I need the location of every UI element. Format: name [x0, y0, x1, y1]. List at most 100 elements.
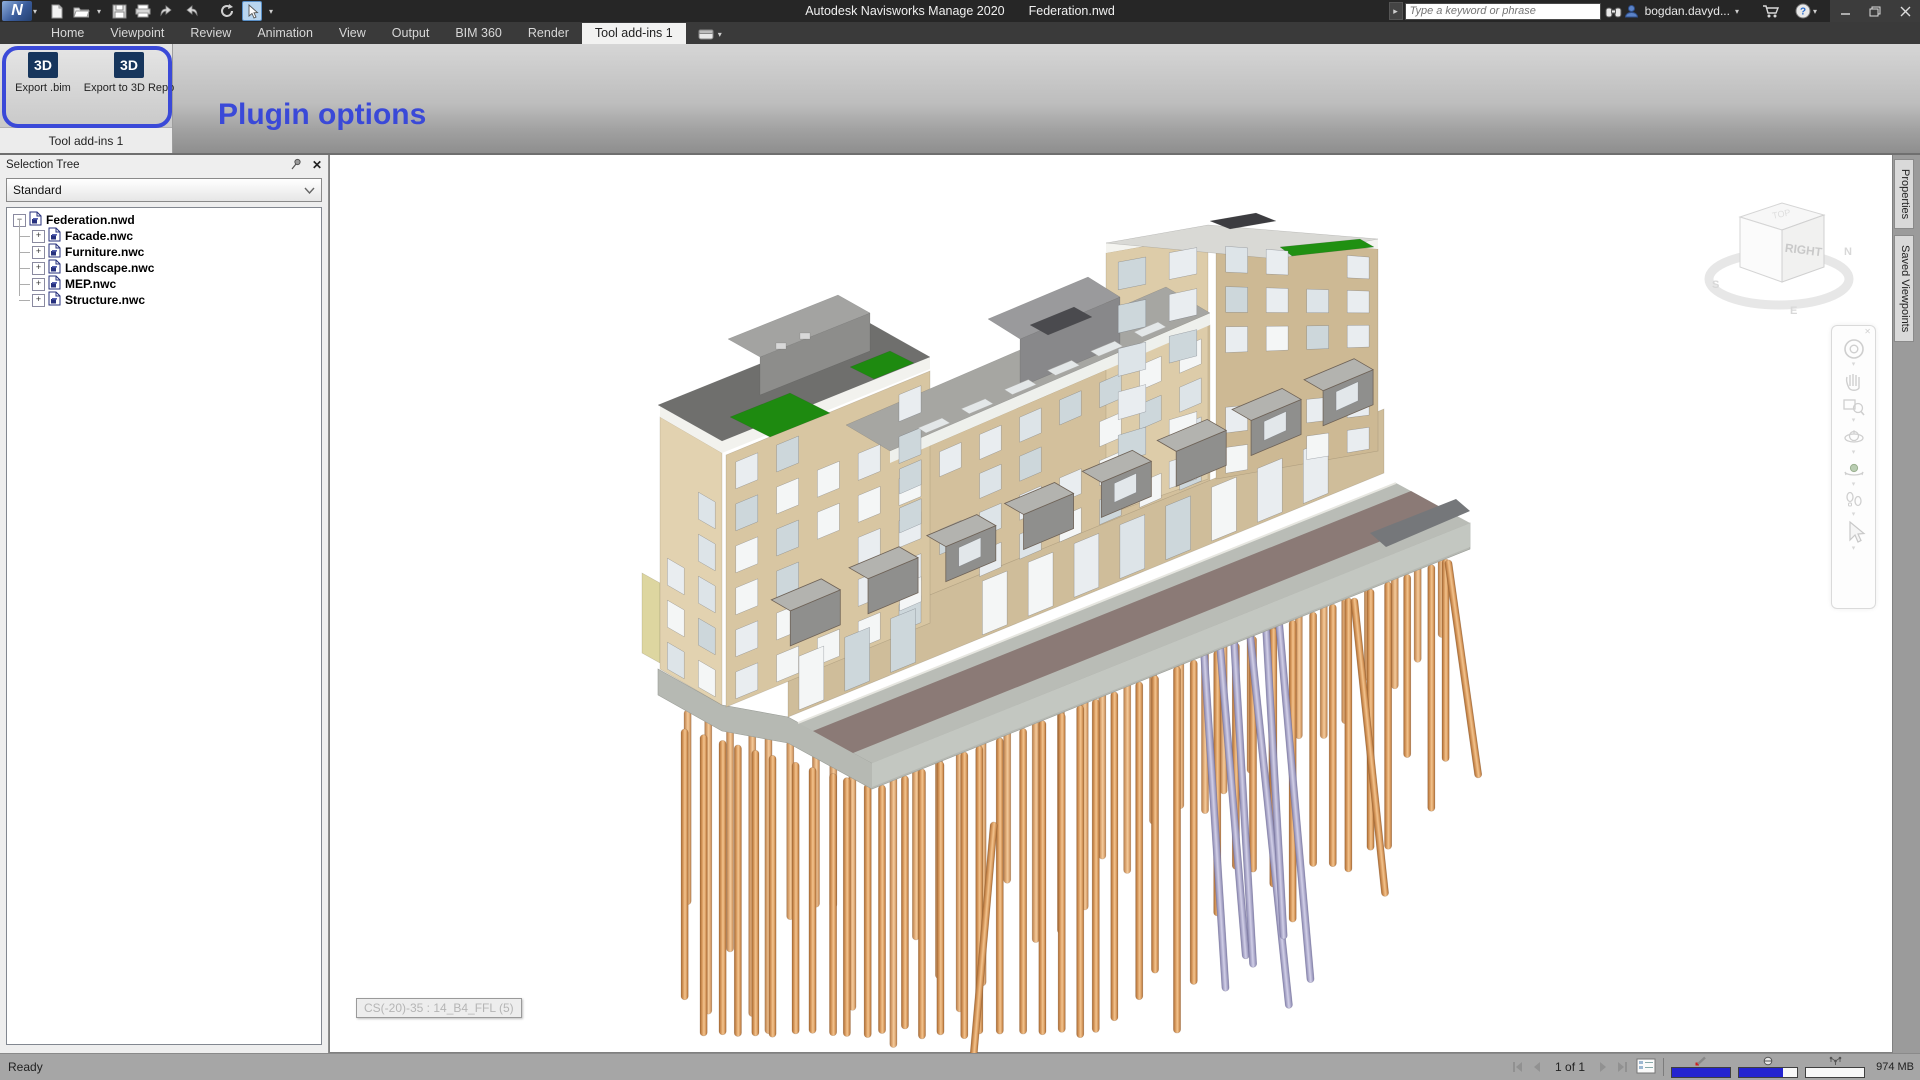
viewcube[interactable]: S E N TOP RIGHT: [1694, 181, 1864, 331]
pan-icon[interactable]: [1841, 368, 1867, 394]
model-file-icon: [29, 211, 42, 229]
app-menu-caret-icon[interactable]: ▾: [33, 7, 37, 16]
open-dropdown-icon[interactable]: ▾: [97, 7, 101, 16]
select-tool-icon[interactable]: [242, 1, 262, 21]
tab-review[interactable]: Review: [177, 23, 244, 44]
search-icon[interactable]: [1605, 2, 1623, 20]
qat-dropdown-icon[interactable]: ▾: [269, 7, 273, 16]
tree-item-mep[interactable]: + MEP.nwc: [32, 276, 321, 292]
cart-icon[interactable]: [1762, 2, 1780, 20]
help-icon[interactable]: ?: [1794, 2, 1812, 20]
navbar-more-icon[interactable]: ▾: [1852, 546, 1856, 552]
selection-tooltip: CS(-20)-35 : 14_B4_FFL (5): [356, 998, 522, 1018]
pencil-icon: [1695, 1056, 1707, 1066]
tree-item-label[interactable]: Facade.nwc: [65, 229, 133, 243]
tab-viewpoint[interactable]: Viewpoint: [97, 23, 177, 44]
disc-icon: [1762, 1056, 1774, 1066]
tab-render[interactable]: Render: [515, 23, 582, 44]
last-sheet-button[interactable]: [1615, 1061, 1629, 1073]
help-dropdown-icon[interactable]: ▾: [1813, 7, 1817, 16]
export-bim-button[interactable]: 3D Export .bim: [3, 52, 83, 127]
expand-icon[interactable]: +: [32, 278, 45, 291]
undo-icon[interactable]: [158, 2, 176, 20]
compass-south[interactable]: S: [1712, 279, 1719, 291]
tree-item-label[interactable]: Landscape.nwc: [65, 261, 154, 275]
print-icon[interactable]: [134, 2, 152, 20]
ribbon-body: 3D Export .bim 3D Export to 3D Repo Tool…: [0, 44, 1920, 153]
next-sheet-button[interactable]: [1598, 1061, 1608, 1073]
tree-item-facade[interactable]: + Facade.nwc: [32, 228, 321, 244]
expand-icon[interactable]: +: [32, 246, 45, 259]
export-3d-repo-button[interactable]: 3D Export to 3D Repo: [89, 52, 169, 127]
steering-wheel-icon[interactable]: [1841, 336, 1867, 362]
ribbon-toggle-caret-icon: ▾: [718, 30, 722, 39]
user-icon[interactable]: [1623, 2, 1641, 20]
refresh-icon[interactable]: [218, 2, 236, 20]
select-cursor-icon[interactable]: [1841, 518, 1867, 546]
save-icon[interactable]: [110, 2, 128, 20]
search-expand-button[interactable]: ▸: [1389, 2, 1403, 20]
status-bar: Ready 1 of 1 974 MB: [0, 1053, 1920, 1080]
walk-icon[interactable]: [1841, 488, 1867, 512]
selection-tree-mode-dropdown[interactable]: Standard: [6, 178, 322, 202]
search-input[interactable]: [1405, 3, 1601, 20]
zoom-icon[interactable]: [1841, 394, 1867, 418]
tab-view[interactable]: View: [326, 23, 379, 44]
web-progress-meter: [1805, 1056, 1865, 1078]
compass-north[interactable]: N: [1844, 246, 1852, 258]
orbit-icon[interactable]: [1841, 424, 1867, 450]
navigation-bar[interactable]: ✕ ▾ ▾ ▾ ▾ ▾ ▾: [1831, 325, 1876, 609]
compass-east[interactable]: E: [1790, 305, 1797, 317]
tree-item-label[interactable]: Furniture.nwc: [65, 245, 144, 259]
sheet-counter: 1 of 1: [1555, 1060, 1585, 1074]
selection-tree[interactable]: − Federation.nwd + Facade.nwc + Furnitur…: [6, 207, 322, 1045]
tree-item-label[interactable]: MEP.nwc: [65, 277, 116, 291]
close-icon[interactable]: ✕: [312, 158, 322, 172]
redo-icon[interactable]: [182, 2, 200, 20]
3d-viewport[interactable]: S E N TOP RIGHT ✕ ▾ ▾ ▾ ▾ ▾ ▾ CS(-20)-: [329, 155, 1893, 1053]
navisworks-logo[interactable]: N: [2, 1, 32, 21]
tab-home[interactable]: Home: [38, 23, 97, 44]
tree-item-structure[interactable]: + Structure.nwc: [32, 292, 321, 308]
tree-item-label[interactable]: Structure.nwc: [65, 293, 145, 307]
navbar-close-icon[interactable]: ✕: [1864, 327, 1871, 336]
tree-root-row[interactable]: − Federation.nwd: [13, 212, 321, 228]
expand-icon[interactable]: +: [32, 230, 45, 243]
sheet-browser-button[interactable]: [1636, 1058, 1656, 1077]
building-model: [330, 155, 1894, 1053]
title-bar: N ▾ ▾ ▾ Autodesk Navisworks Manage 2020F…: [0, 0, 1920, 22]
tab-properties[interactable]: Properties: [1894, 159, 1914, 229]
selection-tree-title: Selection Tree: [6, 159, 80, 171]
tab-saved-viewpoints[interactable]: Saved Viewpoints: [1894, 235, 1914, 342]
first-sheet-button[interactable]: [1511, 1061, 1525, 1073]
new-file-icon[interactable]: [48, 2, 66, 20]
expand-icon[interactable]: +: [32, 262, 45, 275]
panel-label: Tool add-ins 1: [0, 127, 172, 153]
previous-sheet-button[interactable]: [1532, 1061, 1542, 1073]
minimize-button[interactable]: [1830, 0, 1860, 22]
user-dropdown-icon[interactable]: ▾: [1735, 7, 1739, 16]
ribbon-tab-bar: Home Viewpoint Review Animation View Out…: [0, 22, 1920, 44]
tab-bim360[interactable]: BIM 360: [442, 23, 515, 44]
look-around-icon[interactable]: [1841, 456, 1867, 482]
expand-icon[interactable]: +: [32, 294, 45, 307]
signed-in-user[interactable]: bogdan.davyd...: [1645, 4, 1730, 18]
quick-access-toolbar: ▾ ▾: [48, 1, 276, 21]
3d-repo-icon: 3D: [114, 52, 144, 78]
tree-root-label[interactable]: Federation.nwd: [46, 213, 135, 227]
disk-progress-meter: [1738, 1056, 1798, 1078]
export-bim-label: Export .bim: [15, 82, 71, 94]
tab-tool-add-ins[interactable]: Tool add-ins 1: [582, 23, 686, 44]
tab-output[interactable]: Output: [379, 23, 443, 44]
open-file-icon[interactable]: [72, 2, 90, 20]
pin-icon[interactable]: [290, 158, 302, 173]
annotation-text: Plugin options: [218, 98, 426, 132]
tree-item-furniture[interactable]: + Furniture.nwc: [32, 244, 321, 260]
ribbon-display-toggle[interactable]: ▾: [698, 29, 725, 44]
tree-item-landscape[interactable]: + Landscape.nwc: [32, 260, 321, 276]
close-button[interactable]: [1890, 0, 1920, 22]
memory-usage: 974 MB: [1876, 1061, 1914, 1073]
document-title: Federation.nwd: [1029, 4, 1115, 18]
restore-button[interactable]: [1860, 0, 1890, 22]
tab-animation[interactable]: Animation: [244, 23, 326, 44]
